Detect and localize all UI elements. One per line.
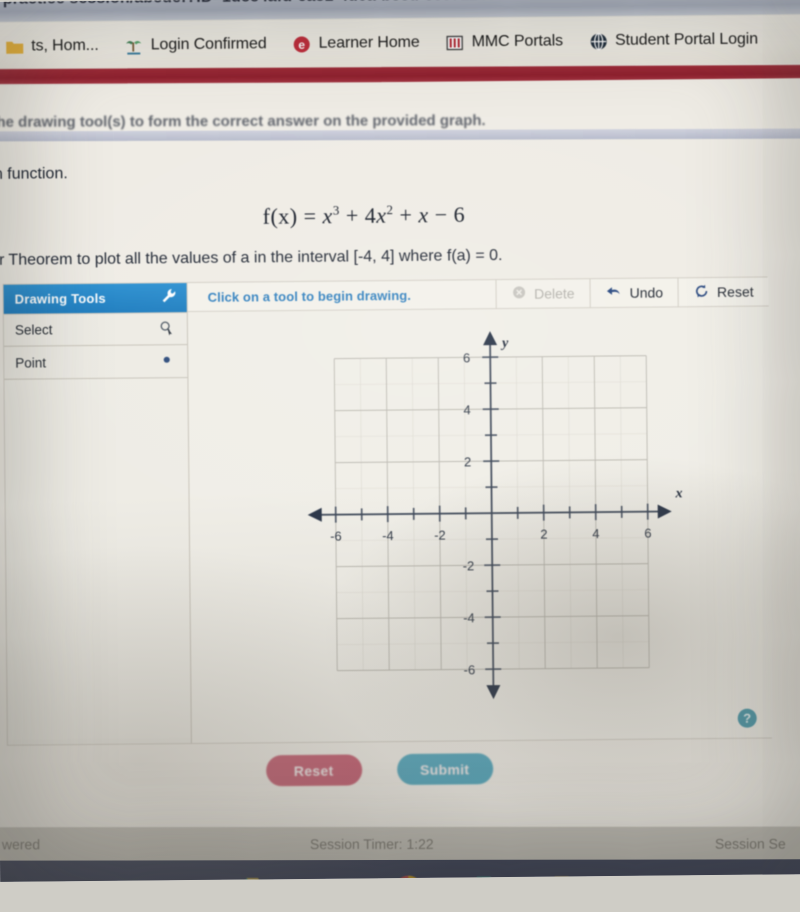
- photo-of-screen: d, practice session/abcdef?ID=1dce4afd-6…: [0, 0, 800, 912]
- x-tick-label: 2: [540, 527, 547, 542]
- e-letter-icon: e: [292, 34, 311, 53]
- x-tick-label: -2: [434, 528, 446, 543]
- formula-term2-coef: 4: [364, 202, 377, 228]
- undo-label: Undo: [629, 284, 664, 301]
- session-timer: Session Timer: 1:22: [309, 835, 434, 853]
- formula-minus: −: [434, 201, 448, 228]
- point-dot-icon: [158, 351, 175, 371]
- undo-arrow-icon: [605, 283, 622, 303]
- instruction-top-text: e the drawing tool(s) to form the correc…: [0, 112, 486, 131]
- screen-content: d, practice session/abcdef?ID=1dce4afd-6…: [0, 0, 800, 882]
- url-text: d, practice session/abcdef?ID=1dce4afd-6…: [0, 0, 675, 9]
- x-tick-label: 4: [592, 526, 599, 541]
- axis-names: x y: [500, 336, 683, 501]
- x-tick-label: -6: [330, 529, 342, 544]
- bookmarks-bar: ts, Hom... Login Confirmed e Learner Hom…: [0, 15, 800, 71]
- y-tick-label: -6: [464, 662, 476, 677]
- x-axis-label: x: [674, 486, 682, 501]
- google-drive-icon[interactable]: [233, 872, 271, 882]
- answered-status: wered: [1, 836, 41, 853]
- undo-button[interactable]: Undo: [589, 277, 679, 308]
- delete-label: Delete: [534, 285, 575, 302]
- drawing-widget: Drawing Tools Select Point Click on a to…: [2, 276, 773, 746]
- drawing-tools-header: Drawing Tools: [3, 283, 187, 314]
- given-function-text: iven function.: [0, 165, 68, 184]
- session-status: Session Se: [714, 835, 786, 852]
- reset-answer-button[interactable]: Reset: [265, 754, 362, 787]
- question-mark-help-icon[interactable]: ?: [737, 708, 757, 728]
- bookmark-label: Learner Home: [318, 33, 420, 52]
- magnifier-cursor-icon: [158, 319, 175, 339]
- coordinate-graph[interactable]: -6 -4 -2 2 4 6 6 4 2 -2 -4 -6 x y ?: [187, 306, 773, 744]
- reset-label: Reset: [716, 283, 754, 300]
- delete-button[interactable]: Delete: [495, 278, 590, 309]
- drawing-tools-title: Drawing Tools: [14, 290, 106, 307]
- wrench-icon: [161, 287, 178, 309]
- theorem-instruction-text: nder Theorem to plot all the values of a…: [0, 247, 503, 270]
- page-divider: [0, 128, 800, 142]
- graph-svg[interactable]: -6 -4 -2 2 4 6 6 4 2 -2 -4 -6 x y: [188, 306, 773, 743]
- drawing-tools-panel: Drawing Tools Select Point: [3, 283, 192, 745]
- tool-item-select[interactable]: Select: [3, 312, 188, 347]
- y-tick-label: 2: [464, 454, 471, 469]
- formula-term2-base: x: [376, 202, 387, 228]
- y-tick-label: -2: [463, 558, 475, 573]
- formula-term3: x: [418, 202, 429, 228]
- formula-constant: 6: [453, 201, 466, 227]
- chrome-icon[interactable]: [389, 872, 427, 882]
- formula-term1-exp: 3: [332, 202, 340, 218]
- bookmark-item-login-confirmed[interactable]: Login Confirmed: [112, 35, 280, 56]
- reset-answer-label: Reset: [293, 762, 334, 779]
- y-tick-label: 6: [463, 350, 470, 365]
- formula-plus2: +: [399, 202, 413, 228]
- reset-refresh-icon: [694, 283, 710, 302]
- formula-term1-base: x: [322, 202, 333, 229]
- bookmark-label: MMC Portals: [471, 32, 564, 51]
- function-formula: f(x) = x3 + 4x2 + x − 6: [0, 199, 734, 232]
- folder-icon: [5, 37, 24, 56]
- drawing-tools-empty-area: [4, 378, 191, 740]
- y-axis-label: y: [500, 336, 509, 351]
- gmail-icon[interactable]: [311, 872, 349, 882]
- google-docs-icon[interactable]: [467, 872, 505, 882]
- reset-drawing-button[interactable]: Reset: [677, 276, 769, 307]
- toolbar-hint: Click on a tool to begin drawing.: [207, 287, 412, 305]
- x-tick-label: 6: [644, 526, 651, 541]
- tool-label: Select: [14, 322, 53, 338]
- tool-item-point[interactable]: Point: [4, 345, 188, 380]
- delete-x-circle-icon: [512, 285, 527, 303]
- svg-text:e: e: [299, 37, 306, 51]
- tool-label: Point: [15, 354, 47, 371]
- formula-term2-exp: 2: [386, 202, 394, 218]
- y-tick-label: -4: [463, 610, 475, 625]
- submit-button[interactable]: Submit: [396, 753, 493, 786]
- y-tick-label: 4: [463, 402, 470, 417]
- bookmark-label: Login Confirmed: [150, 35, 267, 54]
- help-label: ?: [743, 710, 752, 726]
- palm-tree-icon: [125, 36, 144, 55]
- x-tick-label: -4: [382, 528, 394, 543]
- bookmark-label: Student Portal Login: [614, 30, 759, 49]
- google-slides-icon[interactable]: [545, 872, 583, 882]
- submit-label: Submit: [419, 760, 470, 778]
- bookmark-label: ts, Hom...: [31, 36, 99, 55]
- action-buttons: Reset Submit: [0, 751, 759, 789]
- os-taskbar: [0, 859, 800, 882]
- formula-plus1: +: [345, 202, 359, 228]
- bookmark-item-mmc-portals[interactable]: MMC Portals: [433, 32, 577, 52]
- formula-fx: f(x): [262, 203, 298, 229]
- bookmark-item-student-portal-login[interactable]: Student Portal Login: [576, 30, 771, 51]
- globe-icon: [589, 32, 608, 51]
- assessment-page: e the drawing tool(s) to form the correc…: [0, 78, 800, 882]
- bookmark-item-ts-hom[interactable]: ts, Hom...: [0, 36, 112, 56]
- bookmark-item-learner-home[interactable]: e Learner Home: [279, 33, 432, 53]
- axis-lines: [311, 335, 668, 696]
- columns-icon: [446, 33, 465, 52]
- formula-equals: =: [303, 203, 317, 229]
